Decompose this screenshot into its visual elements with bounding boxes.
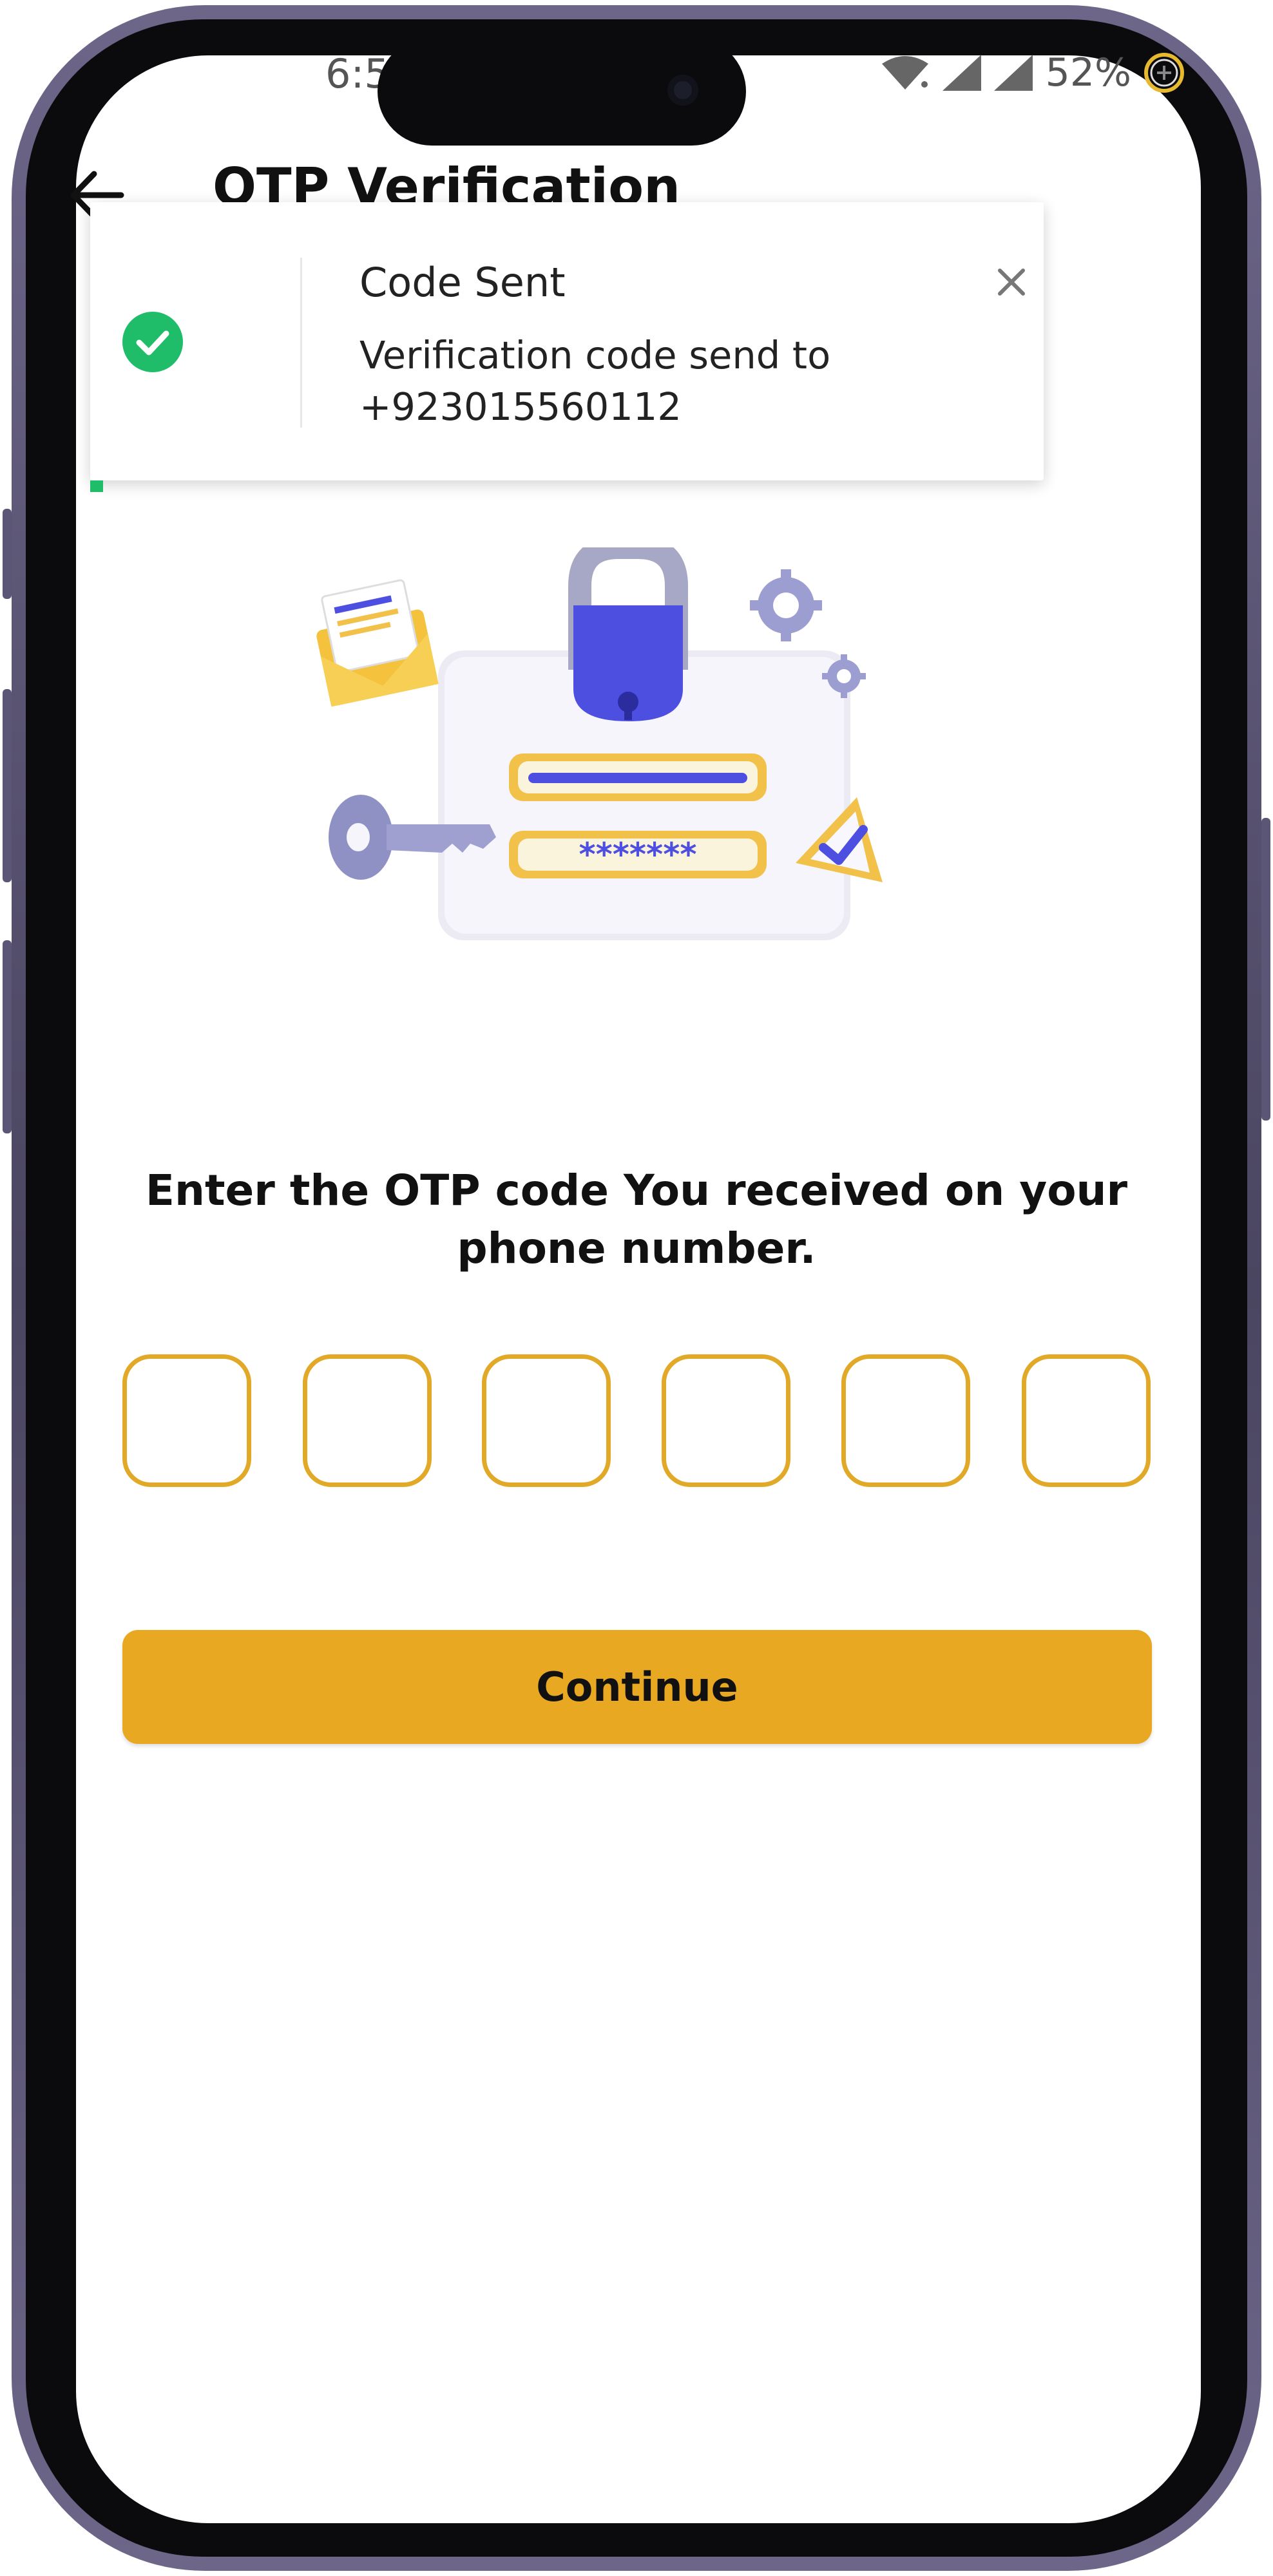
svg-text:*******: ******* <box>579 836 696 873</box>
otp-instructions: Enter the OTP code You received on your … <box>145 1166 1128 1273</box>
continue-button-label: Continue <box>536 1663 738 1710</box>
toast-phone-number: +923015560112 <box>359 384 682 429</box>
signal-icon <box>993 55 1033 91</box>
side-button-power <box>1261 818 1270 1121</box>
otp-digit-5[interactable] <box>841 1354 970 1487</box>
dynamic-island <box>378 37 746 146</box>
status-icons: 52% <box>879 50 1185 95</box>
battery-icon <box>1144 53 1184 93</box>
toast-notification: Code Sent Verification code send to +923… <box>90 202 1044 480</box>
toast-message-line: Verification code send to <box>359 333 831 377</box>
check-circle-icon <box>122 312 183 372</box>
otp-digit-2[interactable] <box>303 1354 432 1487</box>
wifi-icon <box>881 56 928 90</box>
side-button-volume-up <box>3 689 12 882</box>
lock-card-illustration: ******* <box>316 536 883 940</box>
otp-digit-6[interactable] <box>1022 1354 1151 1487</box>
toast-progress-bar <box>90 480 103 492</box>
close-toast-button[interactable] <box>991 261 1032 303</box>
side-button-volume-down <box>3 940 12 1133</box>
otp-digit-1[interactable] <box>122 1354 251 1487</box>
security-illustration: ******* <box>296 536 1005 960</box>
toast-title: Code Sent <box>359 259 566 306</box>
side-button-action <box>3 509 12 599</box>
toast-message: Verification code send to +923015560112 <box>359 330 939 433</box>
otp-digit-4[interactable] <box>662 1354 790 1487</box>
camera-icon <box>667 75 698 106</box>
toast-divider <box>300 258 302 428</box>
continue-button[interactable]: Continue <box>122 1630 1152 1744</box>
battery-percentage: 52% <box>1045 50 1131 95</box>
otp-digit-3[interactable] <box>482 1354 611 1487</box>
close-icon <box>998 269 1025 296</box>
signal-icon <box>942 55 981 91</box>
